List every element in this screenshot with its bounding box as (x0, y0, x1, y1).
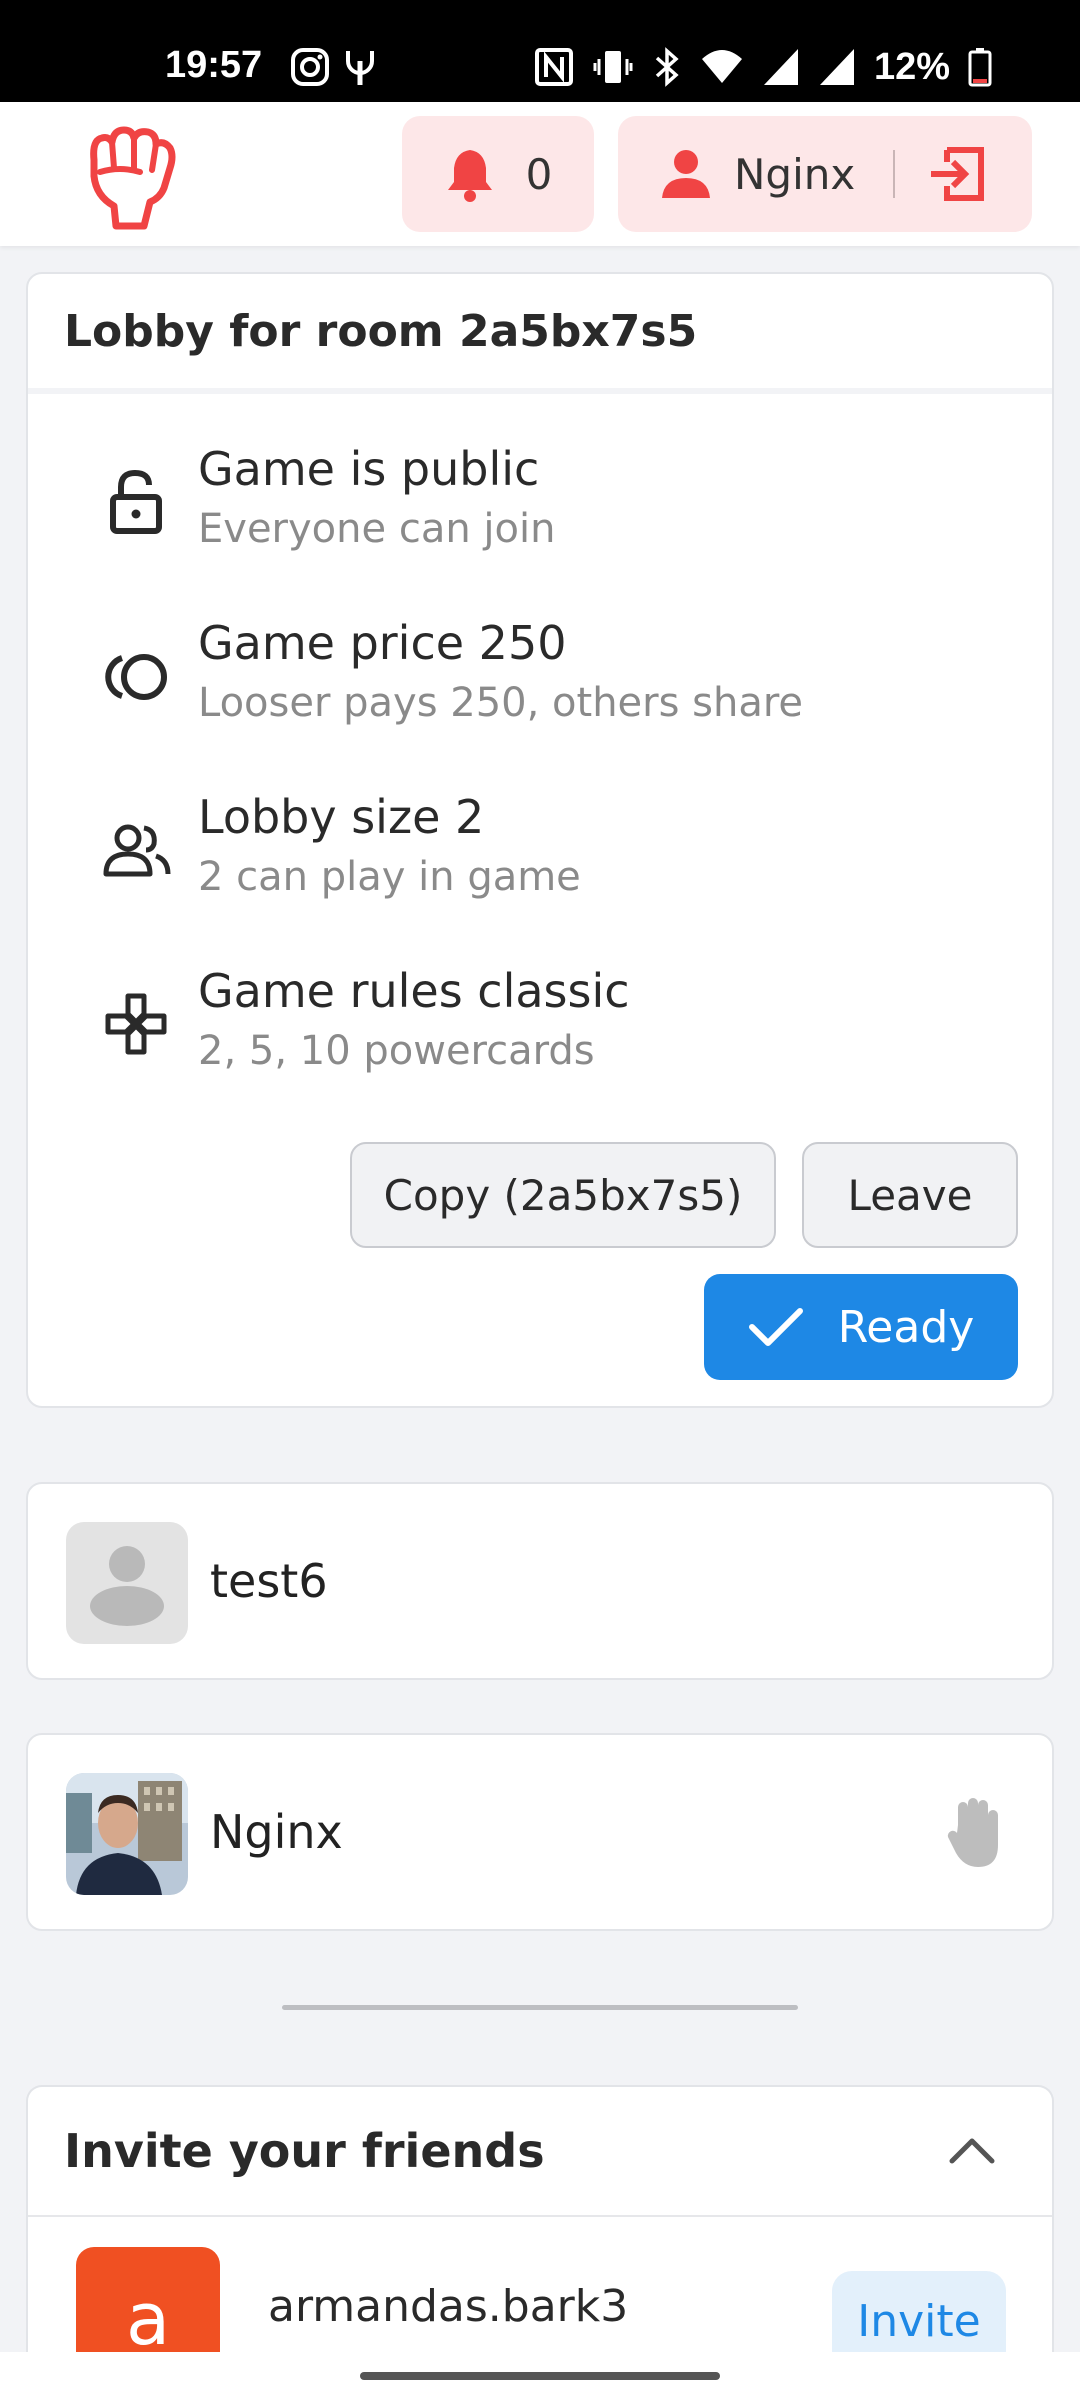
status-left-icons (290, 44, 378, 90)
notifications-count: 0 (525, 149, 553, 199)
bell-icon (447, 150, 492, 202)
lobby-card: Lobby for room 2a5bx7s5 Game is public E… (26, 272, 1054, 1408)
item-subtitle: Looser pays 250, others share (198, 680, 804, 726)
lobby-size-item: Lobby size 2 2 can play in game (28, 790, 1052, 920)
user-photo (66, 1773, 188, 1895)
notifications-button[interactable]: 0 (402, 116, 594, 232)
item-title: Game price 250 (198, 616, 567, 670)
signal-icon (763, 49, 798, 85)
gamepad-icon (100, 988, 172, 1060)
item-title: Game rules classic (198, 964, 630, 1018)
battery-level: 12% (873, 45, 950, 88)
nfc-icon (534, 48, 573, 86)
lobby-rules-item: Game rules classic 2, 5, 10 powercards (28, 964, 1052, 1094)
header-separator (893, 150, 896, 198)
friend-name: armandas.bark3 (268, 2281, 629, 2332)
lobby-title: Lobby for room 2a5bx7s5 (28, 274, 1052, 394)
status-bar: 19:57 12% (0, 0, 1080, 102)
user-icon (662, 150, 710, 198)
ready-label: Ready (837, 1301, 975, 1353)
antenna-icon (346, 51, 374, 85)
leave-button[interactable]: Leave (802, 1142, 1018, 1248)
raised-fist-icon[interactable] (80, 122, 180, 232)
check-icon (748, 1308, 803, 1346)
player-name: test6 (210, 1554, 328, 1608)
coins-icon (100, 640, 172, 712)
wifi-icon (701, 50, 742, 83)
instagram-icon (291, 48, 329, 86)
invite-title: Invite your friends (64, 2124, 545, 2178)
users-icon (100, 814, 172, 886)
lobby-price-item: Game price 250 Looser pays 250, others s… (28, 616, 1052, 746)
bluetooth-icon (655, 47, 679, 87)
invite-header[interactable]: Invite your friends (28, 2087, 1052, 2217)
player-card: Nginx (26, 1733, 1054, 1931)
copy-room-button[interactable]: Copy (2a5bx7s5) (350, 1142, 776, 1248)
player-name: Nginx (210, 1805, 343, 1859)
chevron-up-icon[interactable] (948, 2135, 996, 2165)
battery-icon (968, 48, 992, 87)
home-indicator[interactable] (360, 2372, 720, 2380)
default-avatar-icon (66, 1522, 188, 1644)
item-title: Lobby size 2 (198, 790, 485, 844)
user-name: Nginx (734, 149, 856, 199)
hand-icon (947, 1798, 998, 1867)
app-header: 0 Nginx (0, 102, 1080, 246)
item-subtitle: 2, 5, 10 powercards (198, 1028, 595, 1074)
friend-list-item: a armandas.bark3 Invite (28, 2217, 1052, 2391)
section-divider (282, 2005, 798, 2010)
logout-icon[interactable] (927, 146, 987, 202)
item-subtitle: Everyone can join (198, 506, 556, 552)
navigation-bar (0, 2352, 1080, 2400)
player-card: test6 (26, 1482, 1054, 1680)
status-time: 19:57 (165, 44, 263, 86)
signal-icon-2 (819, 49, 854, 85)
item-subtitle: 2 can play in game (198, 854, 581, 900)
ready-button[interactable]: Ready (704, 1274, 1018, 1380)
user-menu-button[interactable]: Nginx (618, 116, 1032, 232)
lobby-visibility-item: Game is public Everyone can join (28, 442, 1052, 572)
status-right-icons: 12% (534, 44, 992, 90)
item-title: Game is public (198, 442, 540, 496)
lock-icon (100, 466, 172, 538)
vibrate-icon (593, 51, 633, 83)
